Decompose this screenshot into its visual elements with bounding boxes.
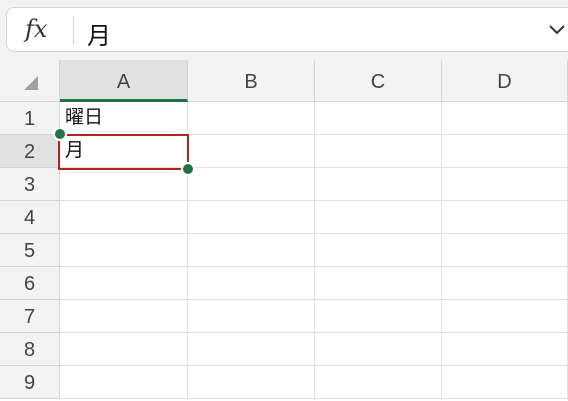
cell-b1[interactable] [188,102,315,135]
fill-handle[interactable] [181,162,195,176]
column-header-c[interactable]: C [315,60,442,102]
column-header-b[interactable]: B [188,60,315,102]
row-header-6[interactable]: 6 [0,267,60,300]
cell-c2[interactable] [315,135,442,168]
cell-d3[interactable] [442,168,568,201]
cell-a6[interactable] [60,267,188,300]
cell-c8[interactable] [315,333,442,366]
cell-c1[interactable] [315,102,442,135]
cell-d6[interactable] [442,267,568,300]
cell-d9[interactable] [442,366,568,399]
cell-c6[interactable] [315,267,442,300]
row-header-8[interactable]: 8 [0,333,60,366]
cell-a5[interactable] [60,234,188,267]
cell-b8[interactable] [188,333,315,366]
select-all-triangle-icon [24,76,38,90]
cell-a4[interactable] [60,201,188,234]
cell-c3[interactable] [315,168,442,201]
formula-bar-divider [73,16,74,44]
column-header-a[interactable]: A [60,60,188,102]
cell-d1[interactable] [442,102,568,135]
cell-d8[interactable] [442,333,568,366]
cell-c4[interactable] [315,201,442,234]
formula-value[interactable]: 月 [87,16,111,51]
cell-a3[interactable] [60,168,188,201]
row-header-9[interactable]: 9 [0,366,60,399]
cell-c7[interactable] [315,300,442,333]
cell-d7[interactable] [442,300,568,333]
chevron-down-icon[interactable] [548,21,566,39]
cell-a7[interactable] [60,300,188,333]
cell-d4[interactable] [442,201,568,234]
cell-d5[interactable] [442,234,568,267]
column-header-d[interactable]: D [442,60,568,102]
row-header-5[interactable]: 5 [0,234,60,267]
cell-b4[interactable] [188,201,315,234]
cell-c5[interactable] [315,234,442,267]
cell-a1[interactable]: 曜日 [60,102,188,135]
cell-a8[interactable] [60,333,188,366]
cell-b2[interactable] [188,135,315,168]
cell-c9[interactable] [315,366,442,399]
row-header-2[interactable]: 2 [0,135,60,168]
cell-b3[interactable] [188,168,315,201]
row-header-4[interactable]: 4 [0,201,60,234]
cell-b5[interactable] [188,234,315,267]
cell-a9[interactable] [60,366,188,399]
selection-start-handle[interactable] [53,127,67,141]
row-header-7[interactable]: 7 [0,300,60,333]
cell-d2[interactable] [442,135,568,168]
cell-b7[interactable] [188,300,315,333]
cell-b9[interactable] [188,366,315,399]
cell-b6[interactable] [188,267,315,300]
select-all-corner[interactable] [0,60,60,102]
spreadsheet-grid[interactable]: A B C D 1 2 3 4 5 6 7 8 9 曜日月 [0,60,568,401]
cell-a2[interactable]: 月 [60,135,188,168]
formula-bar[interactable]: fx 月 [6,7,568,52]
row-header-3[interactable]: 3 [0,168,60,201]
fx-icon[interactable]: fx [25,15,47,43]
row-header-1[interactable]: 1 [0,102,60,135]
